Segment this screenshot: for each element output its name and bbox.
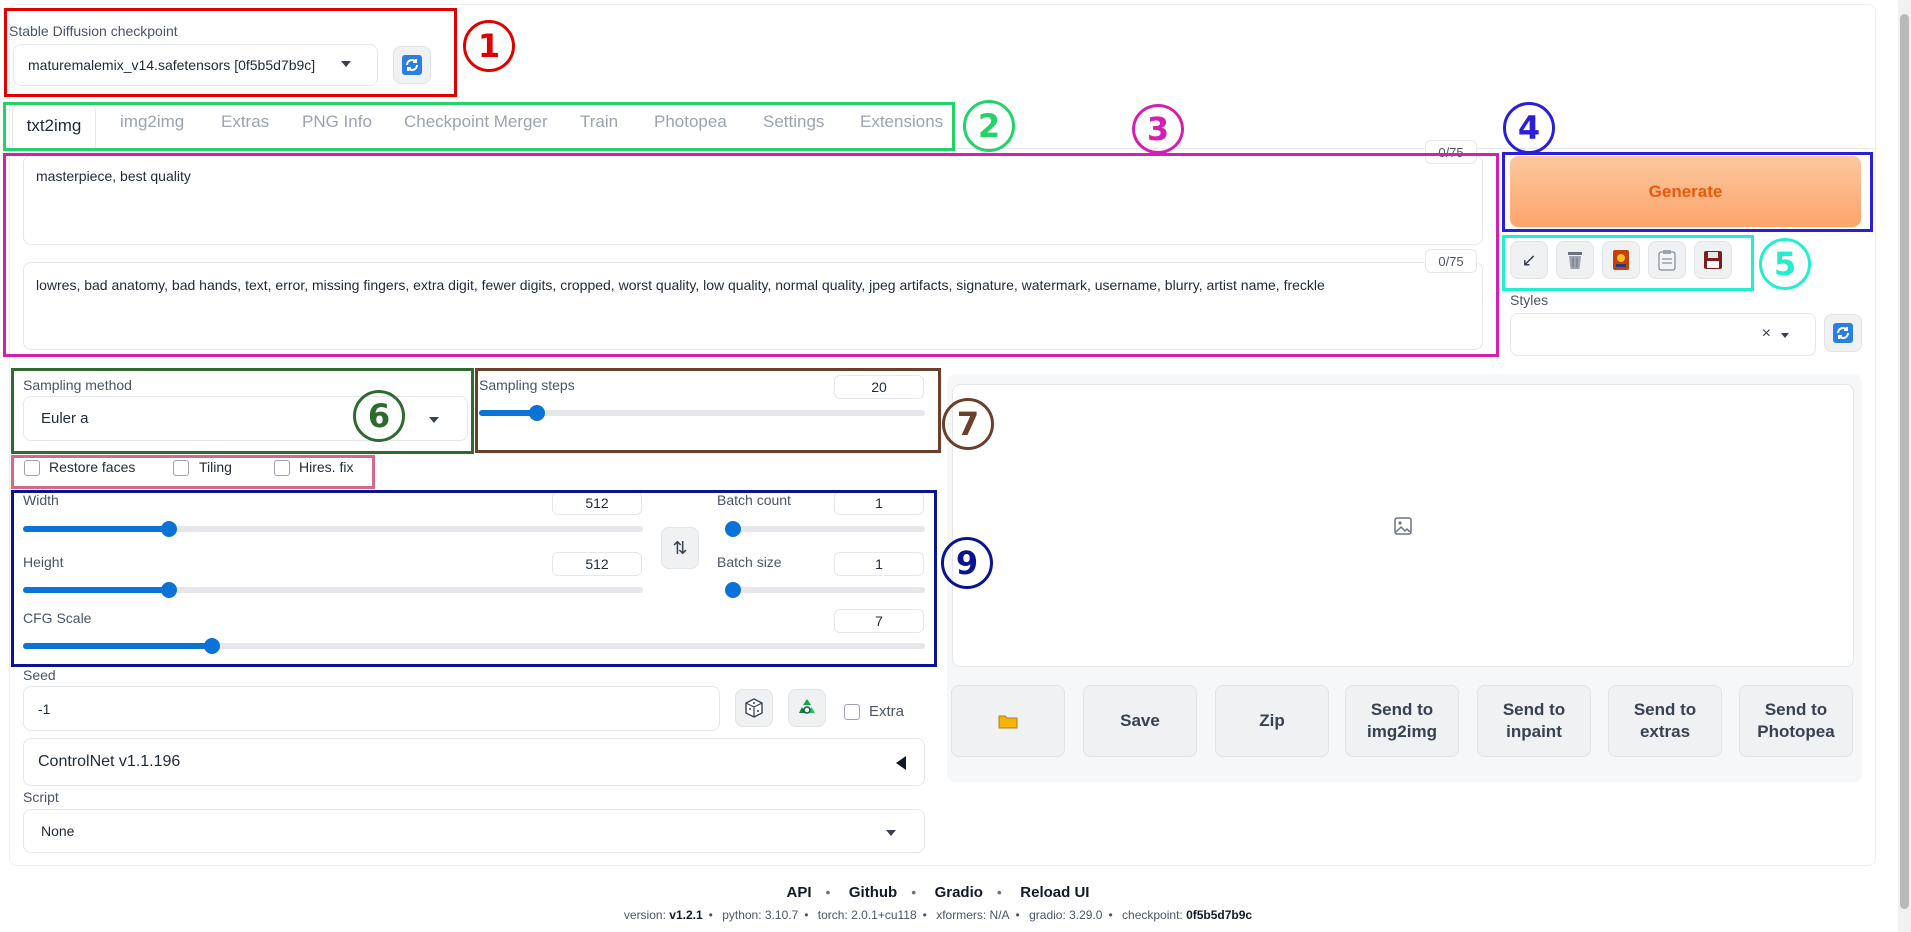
annotation-circle-1: 1 — [463, 20, 515, 72]
scrollbar[interactable] — [1898, 0, 1911, 932]
image-placeholder-icon — [1394, 517, 1412, 535]
seed-input[interactable]: -1 — [23, 686, 720, 731]
send-to-extras-button[interactable]: Send to extras — [1608, 685, 1722, 757]
annotation-circle-4: 4 — [1503, 102, 1555, 154]
send-to-img2img-button[interactable]: Send to img2img — [1345, 685, 1459, 757]
footer-versions: version: v1.2.1 • python: 3.10.7 • torch: … — [623, 908, 1253, 922]
annotation-circle-3: 3 — [1132, 104, 1184, 154]
annotation-box-sampling-steps — [475, 368, 941, 453]
annotation-circle-2: 2 — [963, 100, 1015, 152]
output-image-area — [952, 384, 1854, 667]
script-dropdown[interactable]: None — [23, 809, 925, 853]
zip-button[interactable]: Zip — [1215, 685, 1329, 757]
footer-link-github[interactable]: Github — [849, 884, 897, 901]
chevron-down-icon — [886, 830, 896, 836]
annotation-circle-5: 5 — [1759, 238, 1811, 290]
footer-link-reload-ui[interactable]: Reload UI — [1020, 884, 1089, 901]
webui-root: Stable Diffusion checkpoint maturemalemi… — [0, 0, 1911, 932]
annotation-box-tools — [1502, 235, 1754, 291]
save-button[interactable]: Save — [1083, 685, 1197, 757]
reuse-seed-button[interactable] — [788, 689, 826, 727]
annotation-box-prompts — [3, 153, 1499, 357]
send-to-inpaint-button[interactable]: Send to inpaint — [1477, 685, 1591, 757]
send-to-photopea-button[interactable]: Send to Photopea — [1739, 685, 1853, 757]
annotation-box-checkpoint — [4, 8, 457, 97]
random-seed-button[interactable] — [735, 689, 773, 727]
clear-styles-icon[interactable]: × — [1762, 325, 1771, 343]
footer-links: API • Github • Gradio • Reload UI — [786, 884, 1090, 901]
controlnet-accordion[interactable]: ControlNet v1.1.196 — [23, 738, 925, 786]
script-label: Script — [23, 789, 59, 805]
annotation-circle-7: 7 — [942, 398, 994, 450]
recycle-icon — [799, 699, 815, 714]
annotation-box-options — [11, 455, 375, 489]
annotation-circle-6: 6 — [353, 390, 405, 442]
chevron-down-icon — [1781, 333, 1789, 338]
dice-icon — [745, 698, 763, 718]
chevron-left-icon — [896, 756, 906, 770]
extra-seed-label: Extra — [869, 703, 905, 720]
styles-dropdown[interactable]: × — [1510, 313, 1816, 356]
annotation-box-dimensions — [11, 490, 937, 667]
refresh-styles-button[interactable] — [1824, 314, 1862, 352]
footer-link-api[interactable]: API — [787, 884, 812, 901]
annotation-box-generate — [1502, 152, 1873, 232]
seed-label: Seed — [23, 667, 56, 683]
footer-link-gradio[interactable]: Gradio — [935, 884, 983, 901]
controlnet-label: ControlNet v1.1.196 — [38, 753, 181, 770]
open-folder-button[interactable] — [951, 685, 1065, 757]
folder-icon — [998, 715, 1018, 729]
refresh-icon — [1833, 323, 1853, 343]
styles-label: Styles — [1510, 292, 1549, 308]
annotation-box-tabs — [3, 102, 955, 151]
annotation-circle-9: 9 — [941, 537, 993, 589]
extra-seed-checkbox[interactable] — [844, 704, 860, 720]
